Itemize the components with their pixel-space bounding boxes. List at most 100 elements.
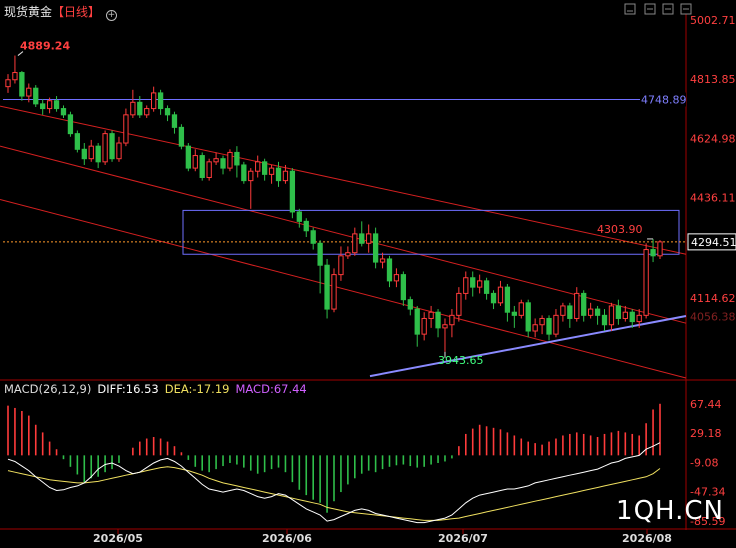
candle-body <box>560 305 566 316</box>
macd-header: MACD(26,12,9) DIFF:16.53 DEA:-17.19 MACD:67… <box>4 382 313 396</box>
candle-body <box>171 114 178 128</box>
candle-body <box>296 211 302 222</box>
price-tick-label: 4114.62 <box>690 292 736 305</box>
candle-body <box>151 92 157 110</box>
candle-body <box>255 161 261 172</box>
candle-body <box>19 72 25 97</box>
candle-body <box>331 274 337 310</box>
candle-body <box>414 308 420 335</box>
price-tick-label: 5002.71 <box>690 14 736 27</box>
candle-body <box>421 317 427 335</box>
candle-body <box>379 258 386 263</box>
current-price-value: 4294.51 <box>691 236 736 249</box>
recent-high-label: 4303.90 <box>597 223 643 236</box>
candle-body <box>317 242 323 266</box>
candle-body <box>581 292 587 316</box>
candle-body <box>46 100 53 110</box>
candle-body <box>393 274 400 282</box>
macd-name: MACD(26,12,9) <box>4 382 92 396</box>
candle-body <box>199 155 205 178</box>
price-tick-label: 4436.11 <box>690 192 736 205</box>
candle-body <box>594 308 601 316</box>
macd-tick-label: 67.44 <box>690 398 722 411</box>
time-tick-label: 2026/07 <box>438 532 488 545</box>
candle-body <box>137 101 143 116</box>
candle-body <box>234 151 240 166</box>
macd-value-label: MACD:67.44 <box>235 382 307 396</box>
candle-body <box>116 142 122 160</box>
macd-diff-label: DIFF:16.53 <box>97 382 159 396</box>
chart-canvas: 4889.24 3943.65 4303.90 5002.71 4813.85 4624.… <box>0 3 736 545</box>
candle-body <box>567 305 573 319</box>
candle-body <box>227 151 233 169</box>
candle-body <box>407 299 413 310</box>
candle-body <box>643 249 649 316</box>
candle-body <box>33 87 39 105</box>
candle-body <box>456 292 462 316</box>
candle-body <box>608 305 615 326</box>
maximize-icon[interactable] <box>662 3 674 15</box>
candle-body <box>338 255 344 276</box>
candle-body <box>463 277 469 294</box>
candle-body <box>282 170 289 182</box>
candle-body <box>629 311 635 323</box>
candle-body <box>470 277 476 288</box>
candle-body <box>178 126 185 147</box>
candle-body <box>650 249 656 257</box>
candle-body <box>449 314 455 326</box>
candle-body <box>102 133 108 163</box>
candle-body <box>213 158 219 163</box>
candle-body <box>310 230 316 244</box>
candle-body <box>241 164 247 182</box>
candle-body <box>539 317 545 326</box>
candle-body <box>67 114 74 135</box>
time-tick-label: 2026/08 <box>622 532 672 545</box>
candle-body <box>53 100 60 110</box>
candle-body <box>95 145 101 163</box>
candle-body <box>12 72 18 81</box>
time-tick-label: 2026/05 <box>93 532 143 545</box>
candle-body <box>81 148 87 160</box>
restore-icon[interactable] <box>644 3 656 15</box>
candle-body <box>303 220 309 232</box>
candle-body <box>622 311 628 319</box>
candle-body <box>5 79 11 88</box>
channel-lower-line <box>0 198 687 379</box>
macd-tick-label: -9.08 <box>690 456 718 469</box>
macd-tick-label: 29.18 <box>690 427 722 440</box>
candle-body <box>130 101 136 116</box>
candle-body <box>615 305 622 319</box>
candle-body <box>206 161 212 178</box>
candle-body <box>532 324 538 332</box>
candle-body <box>574 292 580 319</box>
candle-body <box>525 302 531 332</box>
candle-body <box>74 133 81 150</box>
candle-body <box>483 280 490 294</box>
candle-body <box>220 158 226 169</box>
candle-body <box>442 324 448 329</box>
candle-body <box>366 233 372 244</box>
candle-body <box>123 114 129 144</box>
candle-body <box>324 264 330 310</box>
candle-body <box>372 233 379 263</box>
candle-body <box>601 314 608 326</box>
watermark: 1QH.CN <box>616 496 724 526</box>
candle-body <box>88 145 94 160</box>
candle-body <box>428 311 434 319</box>
candle-body <box>109 133 115 160</box>
candle-body <box>546 317 552 335</box>
candle-body <box>587 308 594 316</box>
minimize-icon[interactable] <box>624 3 636 15</box>
candle-body <box>511 311 517 316</box>
candle-body <box>261 161 268 175</box>
price-tick-label: 4624.98 <box>690 132 736 145</box>
price-tick-label: 4813.85 <box>690 73 736 86</box>
candle-body <box>289 170 296 213</box>
candle-body <box>636 314 642 323</box>
high-label: 4889.24 <box>20 40 70 53</box>
candle-body <box>164 108 171 116</box>
candle-body <box>144 108 150 116</box>
settings-circle-icon[interactable] <box>680 3 692 15</box>
candle-body <box>657 241 663 257</box>
candle-body <box>400 274 407 301</box>
